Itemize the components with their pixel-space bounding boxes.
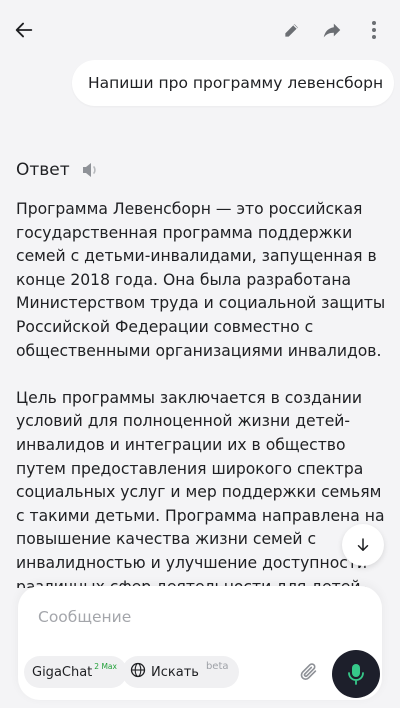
message-input[interactable]: Сообщение — [38, 608, 131, 626]
message-composer: Сообщение GigaChat 2 Max Искать beta — [18, 586, 382, 700]
top-bar — [0, 0, 400, 60]
globe-icon — [130, 662, 146, 682]
microphone-icon — [348, 664, 364, 685]
speaker-icon[interactable] — [80, 159, 102, 181]
model-chip-badge: 2 Max — [94, 661, 117, 671]
user-message-bubble: Напиши про программу левенсборн — [72, 60, 394, 106]
pencil-icon[interactable] — [276, 14, 308, 46]
search-chip-badge: beta — [205, 660, 229, 672]
answer-paragraph: Цель программы заключается в создании ус… — [16, 388, 385, 588]
share-arrow-icon[interactable] — [316, 14, 348, 46]
user-message-text: Напиши про программу левенсборн — [88, 74, 384, 92]
more-vertical-icon[interactable] — [358, 14, 390, 46]
model-selector-chip[interactable]: GigaChat 2 Max — [24, 656, 127, 688]
voice-input-button[interactable] — [332, 650, 380, 698]
scroll-down-button[interactable] — [342, 524, 384, 566]
search-chip-label: Искать — [151, 664, 199, 680]
answer-header: Ответ — [16, 156, 102, 184]
paperclip-icon[interactable] — [296, 658, 322, 686]
arrow-down-icon — [357, 538, 369, 551]
model-chip-label: GigaChat — [32, 664, 93, 680]
answer-title: Ответ — [16, 160, 70, 180]
back-arrow-icon[interactable] — [8, 14, 40, 46]
search-toggle-chip[interactable]: Искать beta — [122, 656, 239, 688]
answer-paragraph: Программа Левенсборн — это российская го… — [16, 200, 386, 360]
answer-body: Программа Левенсборн — это российская го… — [16, 198, 388, 588]
